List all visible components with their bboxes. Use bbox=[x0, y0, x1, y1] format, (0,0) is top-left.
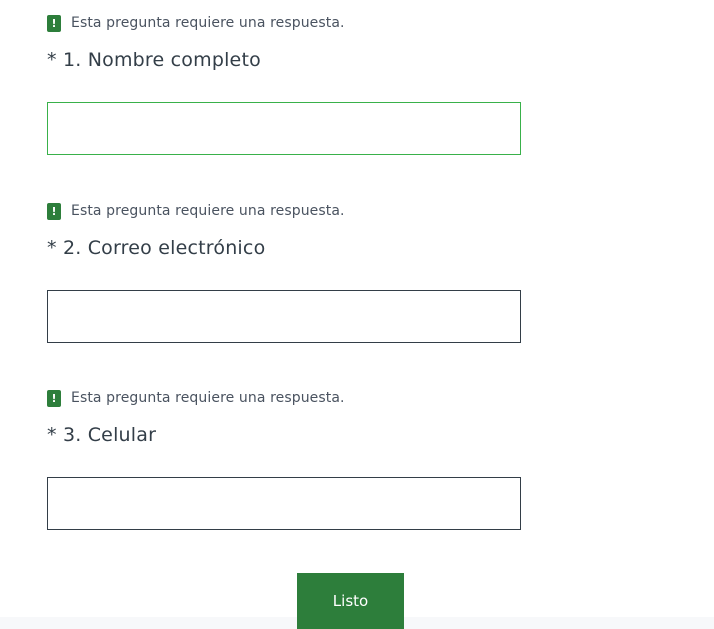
required-error: ! Esta pregunta requiere una respuesta. bbox=[47, 201, 521, 221]
listo-button[interactable]: Listo bbox=[297, 573, 404, 629]
celular-input[interactable] bbox=[47, 477, 521, 530]
required-error: ! Esta pregunta requiere una respuesta. bbox=[47, 13, 521, 33]
required-error-text: Esta pregunta requiere una respuesta. bbox=[71, 15, 345, 31]
question-title: * 2. Correo electrónico bbox=[47, 237, 266, 259]
nombre-completo-input[interactable] bbox=[47, 102, 521, 155]
question-title: * 1. Nombre completo bbox=[47, 49, 261, 71]
question-correo-electronico: ! Esta pregunta requiere una respuesta. … bbox=[47, 201, 521, 343]
question-title: * 3. Celular bbox=[47, 424, 157, 446]
question-celular: ! Esta pregunta requiere una respuesta. … bbox=[47, 388, 521, 530]
exclamation-icon: ! bbox=[47, 389, 61, 407]
exclamation-icon: ! bbox=[47, 14, 61, 32]
correo-electronico-input[interactable] bbox=[47, 290, 521, 343]
required-error-text: Esta pregunta requiere una respuesta. bbox=[71, 203, 345, 219]
question-nombre-completo: ! Esta pregunta requiere una respuesta. … bbox=[47, 13, 521, 155]
required-error-text: Esta pregunta requiere una respuesta. bbox=[71, 390, 345, 406]
exclamation-icon: ! bbox=[47, 202, 61, 220]
required-error: ! Esta pregunta requiere una respuesta. bbox=[47, 388, 521, 408]
